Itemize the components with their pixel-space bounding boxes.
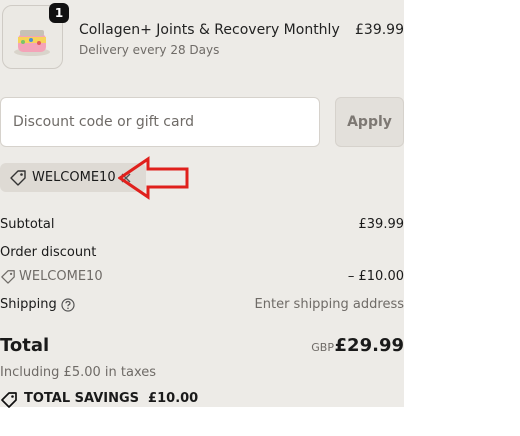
left-arrow-annotation <box>118 156 189 200</box>
total-currency: GBP <box>311 341 334 354</box>
discount-code-input[interactable] <box>1 98 319 146</box>
product-title: Collagen+ Joints & Recovery Monthly <box>79 22 340 38</box>
tag-icon <box>1 270 15 284</box>
total-value: £29.99 <box>334 335 404 356</box>
order-discount-label: Order discount <box>0 245 97 260</box>
subtotal-value: £39.99 <box>358 217 405 232</box>
shipping-value: Enter shipping address <box>254 297 404 312</box>
quantity-badge: 1 <box>49 3 69 23</box>
product-subtitle: Delivery every 28 Days <box>79 43 220 57</box>
total-savings: TOTAL SAVINGS £10.00 <box>24 391 199 406</box>
total-label: Total <box>0 335 50 356</box>
tag-icon <box>10 170 26 186</box>
shipping-label: Shipping <box>0 297 57 312</box>
savings-tag-icon <box>1 392 17 408</box>
discount-field-wrapper <box>0 97 320 147</box>
apply-button[interactable]: Apply <box>335 97 404 147</box>
discount-value: – £10.00 <box>347 269 404 284</box>
taxes-note: Including £5.00 in taxes <box>0 365 157 380</box>
help-icon[interactable] <box>61 298 75 312</box>
discount-code-line: WELCOME10 <box>19 269 103 284</box>
applied-code-label: WELCOME10 <box>32 170 116 185</box>
subtotal-label: Subtotal <box>0 217 55 232</box>
product-price: £39.99 <box>355 22 404 38</box>
